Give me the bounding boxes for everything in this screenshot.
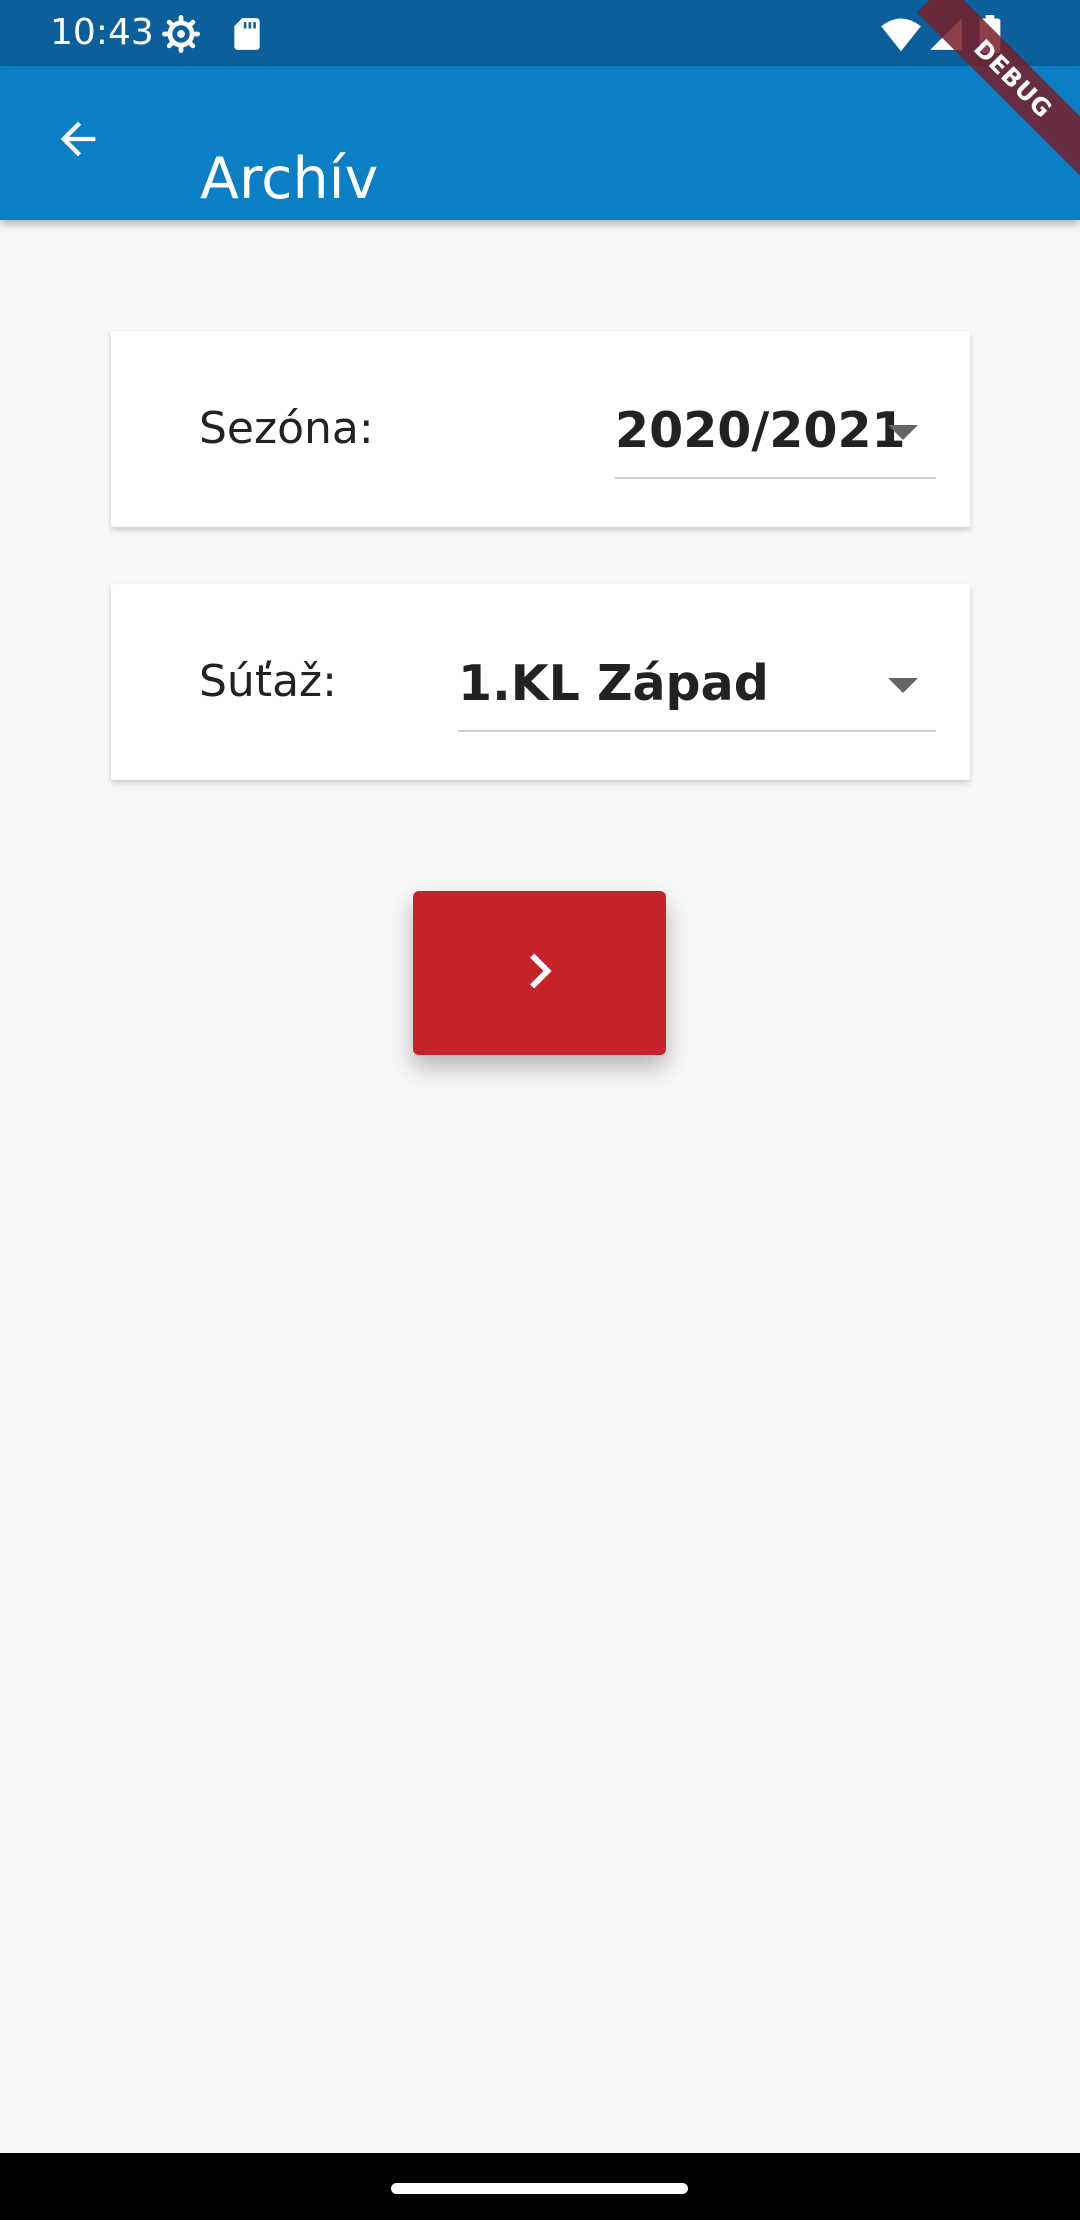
competition-selected-value: 1.KL Západ [458, 655, 769, 712]
competition-label: Súťaž: [199, 656, 337, 707]
competition-card: Súťaž: 1.KL Západ [111, 584, 970, 780]
dropdown-arrow-icon [888, 678, 918, 693]
next-button[interactable] [413, 891, 666, 1055]
page-title: Archív [200, 146, 379, 213]
season-label: Sezóna: [199, 403, 374, 454]
season-dropdown[interactable]: 2020/2021 [615, 389, 936, 479]
status-time: 10:43 [50, 12, 154, 53]
settings-gear-icon [162, 15, 200, 53]
home-indicator[interactable] [391, 2183, 688, 2194]
dropdown-arrow-icon [888, 425, 918, 440]
back-button[interactable] [36, 99, 120, 183]
app-bar: Archív [0, 66, 1080, 220]
season-card: Sezóna: 2020/2021 [111, 331, 970, 527]
arrow-back-icon [52, 113, 104, 169]
sd-card-icon [228, 15, 266, 53]
wifi-icon [880, 15, 922, 53]
season-selected-value: 2020/2021 [615, 402, 906, 459]
competition-dropdown[interactable]: 1.KL Západ [458, 642, 936, 732]
chevron-right-icon [505, 936, 575, 1010]
system-navigation-bar [0, 2153, 1080, 2220]
